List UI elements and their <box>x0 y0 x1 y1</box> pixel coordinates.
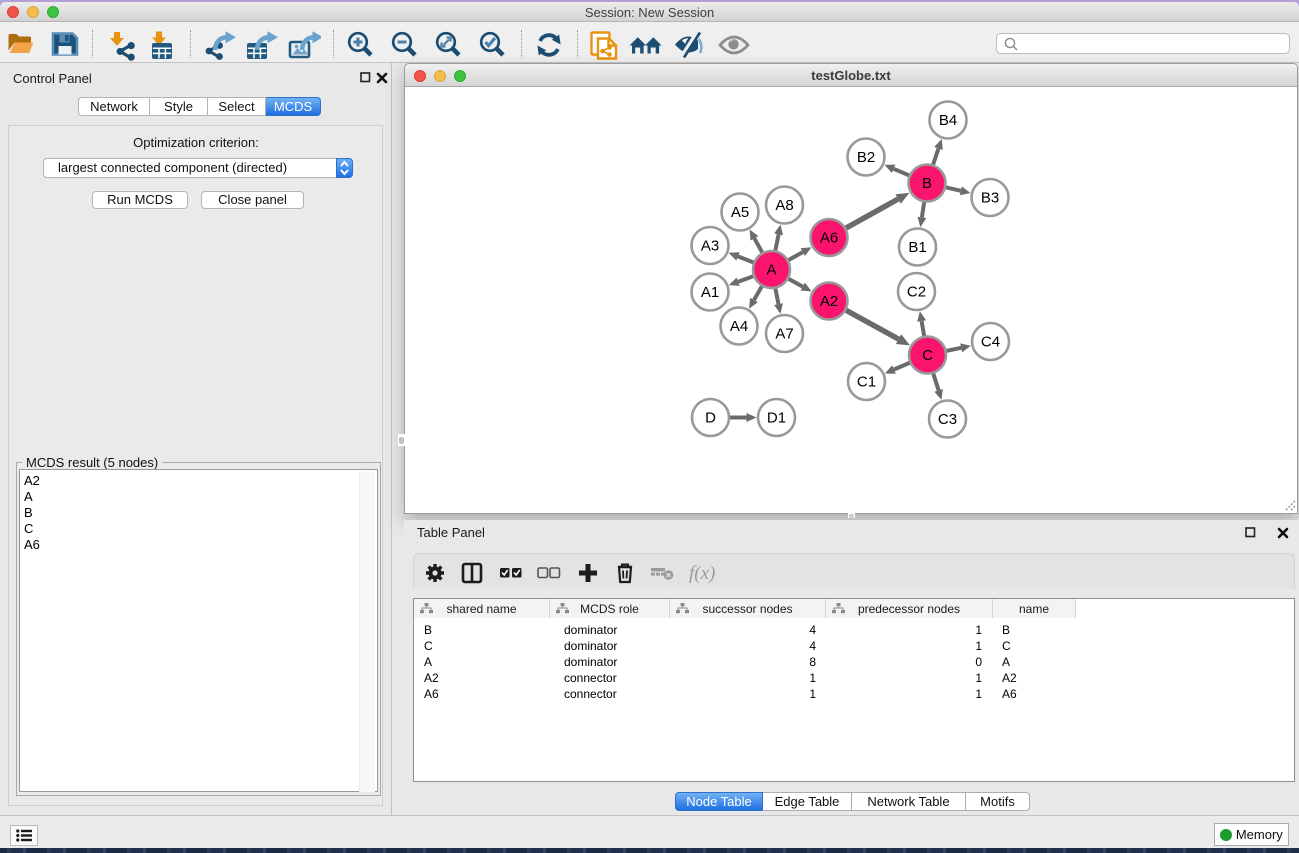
svg-text:A6: A6 <box>820 230 838 247</box>
svg-text:A2: A2 <box>820 293 838 310</box>
svg-text:A: A <box>766 262 776 279</box>
svg-text:B3: B3 <box>981 190 999 207</box>
svg-text:C3: C3 <box>938 411 957 428</box>
svg-text:A4: A4 <box>730 318 748 335</box>
svg-text:B4: B4 <box>939 112 957 129</box>
svg-text:B2: B2 <box>857 149 875 166</box>
svg-text:C: C <box>922 347 933 364</box>
svg-text:D: D <box>705 410 716 427</box>
svg-text:C2: C2 <box>907 284 926 301</box>
svg-text:B1: B1 <box>908 239 926 256</box>
svg-text:f(x): f(x) <box>689 563 715 584</box>
svg-text:D1: D1 <box>767 410 786 427</box>
svg-text:B: B <box>922 175 932 192</box>
svg-text:C4: C4 <box>981 334 1000 351</box>
svg-text:A1: A1 <box>701 284 719 301</box>
svg-text:A3: A3 <box>701 238 719 255</box>
svg-text:A8: A8 <box>775 197 793 214</box>
svg-text:A5: A5 <box>731 204 749 221</box>
svg-text:A7: A7 <box>775 326 793 343</box>
svg-text:C1: C1 <box>857 374 876 391</box>
